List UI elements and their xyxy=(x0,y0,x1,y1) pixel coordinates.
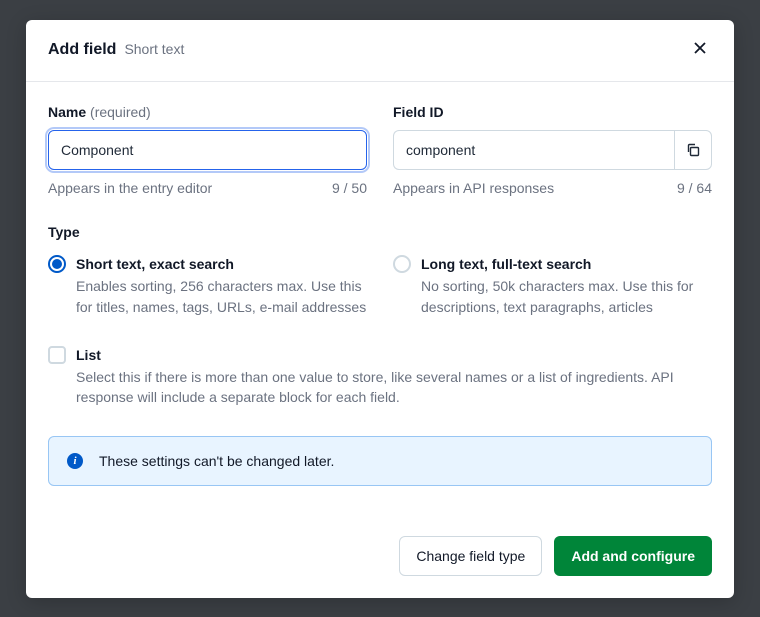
type-option-short: Short text, exact search Enables sorting… xyxy=(48,254,367,317)
modal-subtitle: Short text xyxy=(124,41,184,57)
name-helper-text: Appears in the entry editor xyxy=(48,180,212,196)
field-id-counter: 9 / 64 xyxy=(677,180,712,196)
field-row: Name (required) Appears in the entry edi… xyxy=(48,104,712,196)
name-counter: 9 / 50 xyxy=(332,180,367,196)
field-id-helper-row: Appears in API responses 9 / 64 xyxy=(393,180,712,196)
field-id-input-wrap xyxy=(393,130,712,170)
name-helper-row: Appears in the entry editor 9 / 50 xyxy=(48,180,367,196)
radio-short-desc: Enables sorting, 256 characters max. Use… xyxy=(76,276,367,317)
radio-long-desc: No sorting, 50k characters max. Use this… xyxy=(421,276,712,317)
info-icon: i xyxy=(67,453,83,469)
modal-header: Add field Short text xyxy=(26,20,734,82)
radio-short-text-content: Short text, exact search Enables sorting… xyxy=(76,254,367,317)
type-radio-row: Short text, exact search Enables sorting… xyxy=(48,254,712,317)
field-id-input[interactable] xyxy=(393,130,674,170)
modal-body: Name (required) Appears in the entry edi… xyxy=(26,82,734,486)
radio-long-text-content: Long text, full-text search No sorting, … xyxy=(421,254,712,317)
radio-long-text[interactable] xyxy=(393,255,411,273)
field-id-column: Field ID Appears in API responses 9 / 64 xyxy=(393,104,712,196)
name-input[interactable] xyxy=(48,130,367,170)
type-option-long: Long text, full-text search No sorting, … xyxy=(393,254,712,317)
radio-long-title[interactable]: Long text, full-text search xyxy=(421,254,712,274)
radio-short-text[interactable] xyxy=(48,255,66,273)
modal-title-wrap: Add field Short text xyxy=(48,41,184,59)
add-field-modal: Add field Short text Name (required) App… xyxy=(26,20,734,598)
name-required-hint: (required) xyxy=(90,104,151,120)
list-title[interactable]: List xyxy=(76,345,712,365)
copy-field-id-button[interactable] xyxy=(674,130,713,170)
close-button[interactable] xyxy=(688,36,712,63)
modal-footer: Change field type Add and configure xyxy=(26,486,734,598)
list-checkbox-row: List Select this if there is more than o… xyxy=(48,345,712,408)
change-field-type-button[interactable]: Change field type xyxy=(399,536,542,576)
list-checkbox-content: List Select this if there is more than o… xyxy=(76,345,712,408)
field-id-label: Field ID xyxy=(393,104,712,120)
copy-icon xyxy=(685,142,701,158)
add-and-configure-button[interactable]: Add and configure xyxy=(554,536,712,576)
field-id-helper-text: Appears in API responses xyxy=(393,180,554,196)
list-checkbox[interactable] xyxy=(48,346,66,364)
radio-short-title[interactable]: Short text, exact search xyxy=(76,254,367,274)
name-label-text: Name xyxy=(48,104,86,120)
info-banner-text: These settings can't be changed later. xyxy=(99,453,334,469)
name-column: Name (required) Appears in the entry edi… xyxy=(48,104,367,196)
type-section-label: Type xyxy=(48,224,712,240)
modal-title: Add field xyxy=(48,41,116,59)
name-label: Name (required) xyxy=(48,104,367,120)
list-desc: Select this if there is more than one va… xyxy=(76,367,712,408)
info-banner: i These settings can't be changed later. xyxy=(48,436,712,486)
close-icon xyxy=(692,40,708,56)
